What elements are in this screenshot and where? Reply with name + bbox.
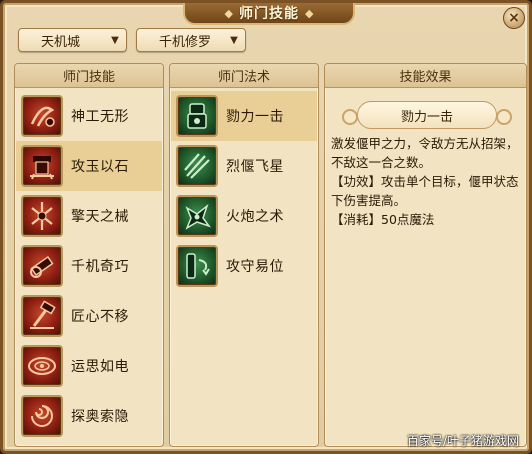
chevron-down-icon: ▼ [230, 34, 238, 46]
spell-name: 攻守易位 [226, 259, 284, 275]
skill-name: 擎天之械 [71, 209, 129, 225]
close-icon: × [508, 10, 520, 26]
spell-row-gongshou[interactable]: 攻守易位 [171, 241, 317, 291]
vortex-eye-icon [21, 345, 63, 387]
skill-row-tanao[interactable]: 探奥索隐 [16, 391, 162, 441]
school-dropdown[interactable]: 千机修罗 ▼ [136, 28, 246, 52]
skill-cost-line: 【消耗】50点魔法 [331, 212, 435, 227]
city-dropdown[interactable]: 天机城 ▼ [18, 28, 127, 52]
skill-row-gongyu[interactable]: 攻玉以石 [16, 141, 162, 191]
armor-strike-icon [176, 95, 218, 137]
chevron-down-icon: ▼ [111, 34, 119, 46]
hammer-anvil-icon [21, 295, 63, 337]
skill-effect-header: 技能效果 [325, 64, 526, 88]
window-title: 师门技能 [239, 6, 299, 22]
stone-mech-icon [21, 145, 63, 187]
title-right-ornament-icon: ◆ [305, 6, 314, 20]
skill-name: 运思如电 [71, 359, 129, 375]
swap-stance-icon [176, 245, 218, 287]
skill-window: ◆ 师门技能 ◆ × 天机城 ▼ 千机修罗 ▼ 师门技能 神工无形 攻玉以石 擎… [0, 0, 532, 454]
cannon-beast-icon [176, 195, 218, 237]
school-dropdown-value: 千机修罗 [159, 34, 212, 50]
school-skills-header: 师门技能 [15, 64, 163, 88]
skill-name: 千机奇巧 [71, 259, 129, 275]
dark-swirl-icon [21, 395, 63, 437]
claw-slash-icon [176, 145, 218, 187]
skill-effect-panel: 技能效果 勠力一击 激发偃甲之力，令敌方无从招架，不敌这一合之数。 【功效】攻击… [324, 63, 527, 447]
pillar-mech-icon [21, 195, 63, 237]
gear-hammer-icon [21, 245, 63, 287]
skill-effect-line: 【功效】攻击单个目标，偃甲状态下伤害提高。 [331, 174, 519, 208]
city-dropdown-value: 天机城 [41, 34, 81, 50]
skill-row-jiangxin[interactable]: 匠心不移 [16, 291, 162, 341]
spell-row-huopao[interactable]: 火炮之术 [171, 191, 317, 241]
spell-row-lieyan[interactable]: 烈偃飞星 [171, 141, 317, 191]
skill-name: 探奥索隐 [71, 409, 129, 425]
skill-row-shengong[interactable]: 神工无形 [16, 91, 162, 141]
skill-name: 攻玉以石 [71, 159, 129, 175]
title-left-ornament-icon: ◆ [224, 6, 233, 20]
selected-skill-title: 勠力一击 [342, 101, 512, 129]
close-button[interactable]: × [503, 7, 525, 29]
school-spells-panel: 师门法术 勠力一击 烈偃飞星 火炮之术 攻守易位 [169, 63, 319, 447]
skill-name: 神工无形 [71, 109, 129, 125]
skill-description-text: 激发偃甲之力，令敌方无从招架，不敌这一合之数。 [331, 136, 519, 170]
spell-name: 火炮之术 [226, 209, 284, 225]
craft-spiral-icon [21, 95, 63, 137]
skill-row-yunsi[interactable]: 运思如电 [16, 341, 162, 391]
skill-effect-description: 激发偃甲之力，令敌方无从招架，不敌这一合之数。 【功效】攻击单个目标，偃甲状态下… [331, 134, 519, 229]
spell-name: 烈偃飞星 [226, 159, 284, 175]
spell-name: 勠力一击 [226, 109, 284, 125]
skill-name: 匠心不移 [71, 309, 129, 325]
skill-row-qianji[interactable]: 千机奇巧 [16, 241, 162, 291]
school-spells-header: 师门法术 [170, 64, 318, 88]
spell-row-luli[interactable]: 勠力一击 [171, 91, 317, 141]
watermark-text: 百家号/叶子猪游戏网 [406, 434, 519, 448]
school-skills-panel: 师门技能 神工无形 攻玉以石 擎天之械 千机奇巧 匠心不移 运思如电 探奥索隐 [14, 63, 164, 447]
skill-row-qingtian[interactable]: 擎天之械 [16, 191, 162, 241]
title-bar: ◆ 师门技能 ◆ [183, 3, 355, 25]
